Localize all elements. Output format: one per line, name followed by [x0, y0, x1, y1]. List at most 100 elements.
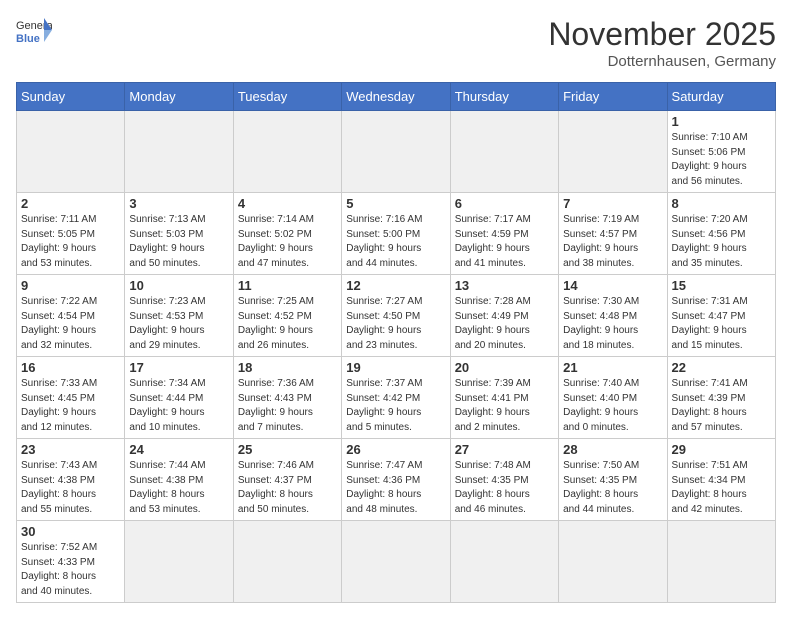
day-number: 9 [21, 278, 120, 293]
calendar-week-row: 1 Sunrise: 7:10 AM Sunset: 5:06 PM Daylig… [17, 111, 776, 193]
day-number: 28 [563, 442, 662, 457]
day-info: Sunrise: 7:43 AM Sunset: 4:38 PM Dayligh… [21, 459, 120, 517]
day-number: 21 [563, 360, 662, 375]
calendar-cell: 1 Sunrise: 7:10 AM Sunset: 5:06 PM Daylig… [667, 111, 775, 193]
calendar-cell [342, 521, 450, 603]
calendar-week-row: 2 Sunrise: 7:11 AM Sunset: 5:05 PM Daylig… [17, 193, 776, 275]
day-number: 15 [672, 278, 771, 293]
day-of-week-header: Saturday [667, 83, 775, 111]
calendar-cell: 23 Sunrise: 7:43 AM Sunset: 4:38 PM Dayli… [17, 439, 125, 521]
day-info: Sunrise: 7:20 AM Sunset: 4:56 PM Dayligh… [672, 213, 771, 271]
day-of-week-header: Tuesday [233, 83, 341, 111]
day-info: Sunrise: 7:28 AM Sunset: 4:49 PM Dayligh… [455, 295, 554, 353]
logo: General Blue [16, 16, 52, 46]
day-number: 19 [346, 360, 445, 375]
day-info: Sunrise: 7:16 AM Sunset: 5:00 PM Dayligh… [346, 213, 445, 271]
day-info: Sunrise: 7:17 AM Sunset: 4:59 PM Dayligh… [455, 213, 554, 271]
day-info: Sunrise: 7:41 AM Sunset: 4:39 PM Dayligh… [672, 377, 771, 435]
day-info: Sunrise: 7:48 AM Sunset: 4:35 PM Dayligh… [455, 459, 554, 517]
calendar-cell [559, 521, 667, 603]
calendar-cell: 13 Sunrise: 7:28 AM Sunset: 4:49 PM Dayli… [450, 275, 558, 357]
day-info: Sunrise: 7:11 AM Sunset: 5:05 PM Dayligh… [21, 213, 120, 271]
calendar-week-row: 9Sunrise: 7:22 AM Sunset: 4:54 PM Daylig… [17, 275, 776, 357]
day-info: Sunrise: 7:23 AM Sunset: 4:53 PM Dayligh… [129, 295, 228, 353]
calendar-cell: 10 Sunrise: 7:23 AM Sunset: 4:53 PM Dayli… [125, 275, 233, 357]
title-area: November 2025 Dotternhausen, Germany [548, 16, 776, 70]
calendar-cell: 8Sunrise: 7:20 AM Sunset: 4:56 PM Daylig… [667, 193, 775, 275]
day-number: 16 [21, 360, 120, 375]
day-number: 1 [672, 114, 771, 129]
calendar-cell: 18Sunrise: 7:36 AM Sunset: 4:43 PM Dayli… [233, 357, 341, 439]
day-info: Sunrise: 7:13 AM Sunset: 5:03 PM Dayligh… [129, 213, 228, 271]
day-of-week-header: Sunday [17, 83, 125, 111]
day-number: 12 [346, 278, 445, 293]
calendar-cell: 17Sunrise: 7:34 AM Sunset: 4:44 PM Dayli… [125, 357, 233, 439]
day-number: 22 [672, 360, 771, 375]
svg-text:Blue: Blue [16, 33, 40, 45]
day-number: 11 [238, 278, 337, 293]
calendar-cell: 7Sunrise: 7:19 AM Sunset: 4:57 PM Daylig… [559, 193, 667, 275]
calendar-cell: 26Sunrise: 7:47 AM Sunset: 4:36 PM Dayli… [342, 439, 450, 521]
day-number: 13 [455, 278, 554, 293]
day-info: Sunrise: 7:10 AM Sunset: 5:06 PM Dayligh… [672, 131, 771, 189]
calendar-cell: 4 Sunrise: 7:14 AM Sunset: 5:02 PM Daylig… [233, 193, 341, 275]
day-number: 14 [563, 278, 662, 293]
day-number: 6 [455, 196, 554, 211]
day-number: 4 [238, 196, 337, 211]
calendar-cell [233, 521, 341, 603]
calendar-cell: 22 Sunrise: 7:41 AM Sunset: 4:39 PM Dayli… [667, 357, 775, 439]
day-number: 2 [21, 196, 120, 211]
calendar-cell: 19 Sunrise: 7:37 AM Sunset: 4:42 PM Dayli… [342, 357, 450, 439]
calendar-cell: 27 Sunrise: 7:48 AM Sunset: 4:35 PM Dayli… [450, 439, 558, 521]
calendar-cell: 15 Sunrise: 7:31 AM Sunset: 4:47 PM Dayli… [667, 275, 775, 357]
day-number: 27 [455, 442, 554, 457]
calendar-cell: 11Sunrise: 7:25 AM Sunset: 4:52 PM Dayli… [233, 275, 341, 357]
calendar-cell: 28 Sunrise: 7:50 AM Sunset: 4:35 PM Dayli… [559, 439, 667, 521]
calendar-cell: 12Sunrise: 7:27 AM Sunset: 4:50 PM Dayli… [342, 275, 450, 357]
calendar-cell: 9Sunrise: 7:22 AM Sunset: 4:54 PM Daylig… [17, 275, 125, 357]
day-info: Sunrise: 7:30 AM Sunset: 4:48 PM Dayligh… [563, 295, 662, 353]
calendar-cell: 29 Sunrise: 7:51 AM Sunset: 4:34 PM Dayli… [667, 439, 775, 521]
calendar-cell: 6 Sunrise: 7:17 AM Sunset: 4:59 PM Daylig… [450, 193, 558, 275]
location-title: Dotternhausen, Germany [548, 53, 776, 70]
month-title: November 2025 [548, 16, 776, 53]
calendar-header-row: SundayMondayTuesdayWednesdayThursdayFrid… [17, 83, 776, 111]
day-info: Sunrise: 7:36 AM Sunset: 4:43 PM Dayligh… [238, 377, 337, 435]
day-info: Sunrise: 7:31 AM Sunset: 4:47 PM Dayligh… [672, 295, 771, 353]
calendar-cell: 16Sunrise: 7:33 AM Sunset: 4:45 PM Dayli… [17, 357, 125, 439]
day-info: Sunrise: 7:14 AM Sunset: 5:02 PM Dayligh… [238, 213, 337, 271]
day-info: Sunrise: 7:51 AM Sunset: 4:34 PM Dayligh… [672, 459, 771, 517]
day-number: 29 [672, 442, 771, 457]
day-info: Sunrise: 7:50 AM Sunset: 4:35 PM Dayligh… [563, 459, 662, 517]
calendar-week-row: 16Sunrise: 7:33 AM Sunset: 4:45 PM Dayli… [17, 357, 776, 439]
calendar-cell: 24 Sunrise: 7:44 AM Sunset: 4:38 PM Dayli… [125, 439, 233, 521]
day-info: Sunrise: 7:52 AM Sunset: 4:33 PM Dayligh… [21, 541, 120, 599]
day-number: 26 [346, 442, 445, 457]
day-number: 23 [21, 442, 120, 457]
calendar-cell: 2 Sunrise: 7:11 AM Sunset: 5:05 PM Daylig… [17, 193, 125, 275]
calendar-cell: 3 Sunrise: 7:13 AM Sunset: 5:03 PM Daylig… [125, 193, 233, 275]
calendar-cell [125, 521, 233, 603]
day-number: 10 [129, 278, 228, 293]
day-number: 5 [346, 196, 445, 211]
day-of-week-header: Wednesday [342, 83, 450, 111]
day-number: 3 [129, 196, 228, 211]
calendar-cell [667, 521, 775, 603]
logo-icon: General Blue [16, 16, 52, 46]
day-info: Sunrise: 7:44 AM Sunset: 4:38 PM Dayligh… [129, 459, 228, 517]
calendar-cell [342, 111, 450, 193]
calendar-cell: 20Sunrise: 7:39 AM Sunset: 4:41 PM Dayli… [450, 357, 558, 439]
day-info: Sunrise: 7:19 AM Sunset: 4:57 PM Dayligh… [563, 213, 662, 271]
day-number: 17 [129, 360, 228, 375]
day-info: Sunrise: 7:37 AM Sunset: 4:42 PM Dayligh… [346, 377, 445, 435]
calendar-cell: 14 Sunrise: 7:30 AM Sunset: 4:48 PM Dayli… [559, 275, 667, 357]
calendar-table: SundayMondayTuesdayWednesdayThursdayFrid… [16, 82, 776, 603]
calendar-cell [17, 111, 125, 193]
calendar-cell [450, 521, 558, 603]
calendar-cell: 25Sunrise: 7:46 AM Sunset: 4:37 PM Dayli… [233, 439, 341, 521]
day-number: 25 [238, 442, 337, 457]
day-number: 24 [129, 442, 228, 457]
calendar-cell: 5 Sunrise: 7:16 AM Sunset: 5:00 PM Daylig… [342, 193, 450, 275]
day-number: 30 [21, 524, 120, 539]
page-header: General Blue November 2025 Dotternhausen… [16, 16, 776, 70]
